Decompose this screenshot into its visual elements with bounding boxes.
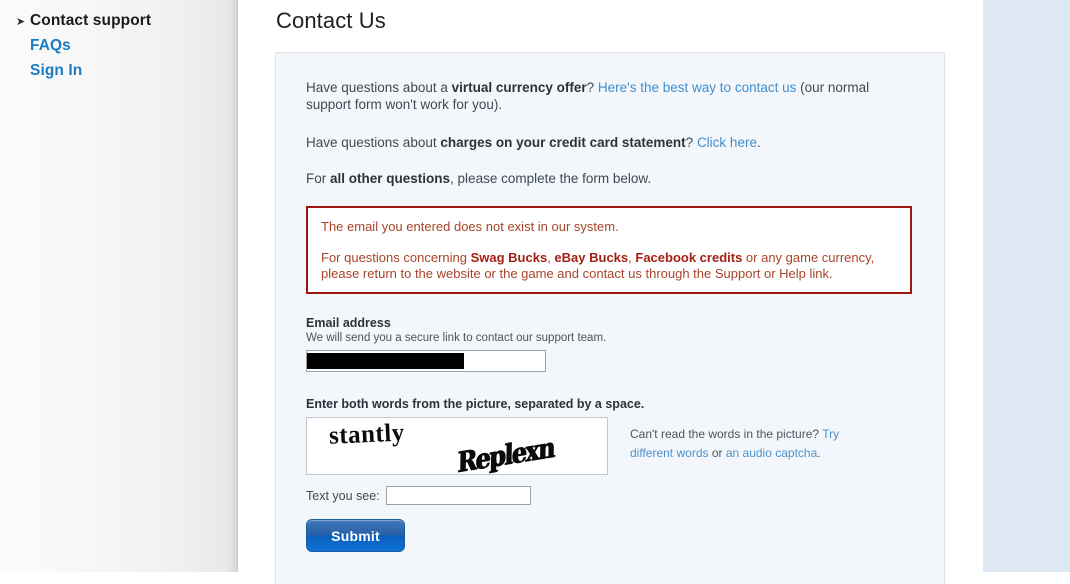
captcha-word-two: Replexn	[457, 429, 555, 475]
intro-paragraph-virtual-currency: Have questions about a virtual currency …	[306, 79, 914, 113]
page-root: ➤ Contact support FAQs Sign In Contact U…	[0, 0, 1070, 584]
ghost-row	[26, 483, 86, 508]
intro-paragraph-credit-card: Have questions about charges on your cre…	[306, 134, 914, 151]
ghost-row	[26, 158, 86, 183]
error-text: For questions concerning	[321, 250, 471, 265]
ghost-row	[26, 433, 86, 458]
intro-text: .	[756, 135, 761, 150]
intro-emphasis: virtual currency offer	[451, 80, 587, 95]
intro-paragraph-other-questions: For all other questions, please complete…	[306, 170, 914, 187]
audio-captcha-link[interactable]: an audio captcha	[726, 446, 817, 460]
ghost-row	[26, 133, 86, 158]
right-side-panel	[983, 0, 1070, 572]
chevron-right-icon: ➤	[16, 16, 26, 28]
ghost-row	[26, 333, 86, 358]
error-emphasis-facebook-credits: Facebook credits	[635, 250, 743, 265]
submit-button[interactable]: Submit	[306, 519, 405, 552]
email-field-help: We will send you a secure link to contac…	[306, 332, 607, 344]
captcha-help-prompt: Can't read the words in the picture?	[630, 427, 823, 441]
captcha-image: stantly Replexn	[306, 417, 608, 475]
error-line-game-currency: For questions concerning Swag Bucks, eBa…	[321, 250, 897, 282]
captcha-help-period: .	[817, 446, 821, 460]
captcha-answer-input[interactable]	[385, 486, 531, 505]
captcha-answer-label: Text you see:	[306, 488, 380, 503]
intro-text: ?	[685, 135, 697, 150]
page-title: Contact Us	[276, 8, 386, 33]
sidebar-item-faqs[interactable]: FAQs	[30, 37, 237, 62]
error-message-box: The email you entered does not exist in …	[306, 206, 912, 294]
email-input[interactable]	[306, 350, 546, 372]
error-emphasis-swag-bucks: Swag Bucks	[470, 250, 548, 265]
ghost-row	[26, 358, 86, 383]
ghost-row	[26, 283, 86, 308]
sidebar-item-label[interactable]: Sign In	[30, 62, 82, 80]
sidebar-item-contact-support[interactable]: ➤ Contact support	[16, 12, 237, 37]
ghost-row	[26, 408, 86, 433]
contact-form-card: Have questions about a virtual currency …	[275, 52, 945, 584]
captcha-word-one: stantly	[328, 419, 406, 450]
captcha-help-or: or	[708, 446, 726, 460]
intro-text: ?	[586, 80, 598, 95]
ghost-row	[26, 308, 86, 333]
captcha-help-text: Can't read the words in the picture? Try…	[630, 425, 848, 463]
intro-text: Have questions about a	[306, 80, 452, 95]
intro-text: , please complete the form below.	[450, 171, 652, 186]
email-field-label: Email address	[306, 316, 391, 330]
captcha-row: stantly Replexn Can't read the words in …	[306, 417, 914, 475]
captcha-answer-row: Text you see:	[306, 486, 914, 505]
ghost-row	[26, 258, 86, 283]
intro-emphasis: all other questions	[330, 171, 451, 186]
sidebar-item-label[interactable]: FAQs	[30, 37, 71, 55]
ghost-row	[26, 183, 86, 208]
sidebar-item-sign-in[interactable]: Sign In	[30, 62, 237, 87]
intro-text: Have questions about	[306, 135, 441, 150]
left-sidebar: ➤ Contact support FAQs Sign In	[0, 0, 238, 572]
error-emphasis-ebay-bucks: eBay Bucks	[554, 250, 629, 265]
sidebar-item-label: Contact support	[30, 12, 152, 29]
ghost-row	[26, 383, 86, 408]
ghost-row	[26, 458, 86, 483]
email-field-wrapper	[306, 350, 546, 372]
main-content: Contact Us Have questions about a virtua…	[238, 0, 1070, 584]
ghost-row	[26, 233, 86, 258]
intro-emphasis: charges on your credit card statement	[440, 135, 686, 150]
error-line-email-not-found: The email you entered does not exist in …	[321, 219, 619, 234]
ghost-row	[26, 208, 86, 233]
sidebar-nav: ➤ Contact support FAQs Sign In	[0, 12, 237, 87]
best-way-to-contact-link[interactable]: Here's the best way to contact us	[598, 80, 796, 95]
captcha-instruction-label: Enter both words from the picture, separ…	[306, 397, 645, 411]
sidebar-ghost-rows	[26, 108, 86, 533]
click-here-link[interactable]: Click here	[697, 135, 757, 150]
ghost-row	[26, 508, 86, 533]
ghost-row	[26, 108, 86, 133]
intro-text: For	[306, 171, 331, 186]
